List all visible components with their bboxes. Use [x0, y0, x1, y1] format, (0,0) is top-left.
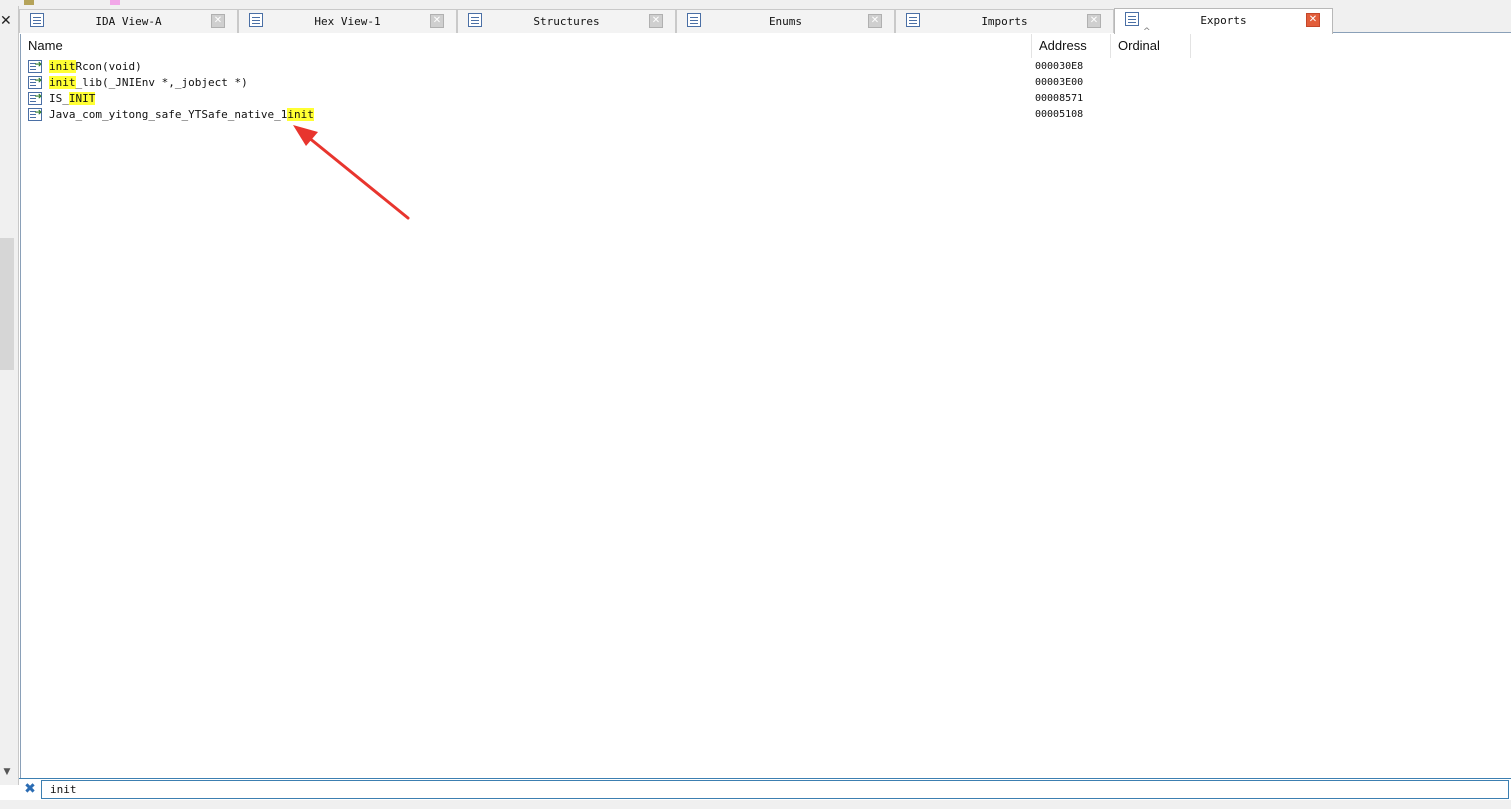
- annotation-arrow-shaft: [306, 135, 410, 220]
- clear-filter-icon[interactable]: ✖: [23, 782, 37, 796]
- filter-bar: ✖: [19, 778, 1511, 800]
- filter-input[interactable]: [41, 780, 1509, 799]
- bottom-strip: [0, 800, 1511, 809]
- annotation-arrow: [293, 125, 410, 220]
